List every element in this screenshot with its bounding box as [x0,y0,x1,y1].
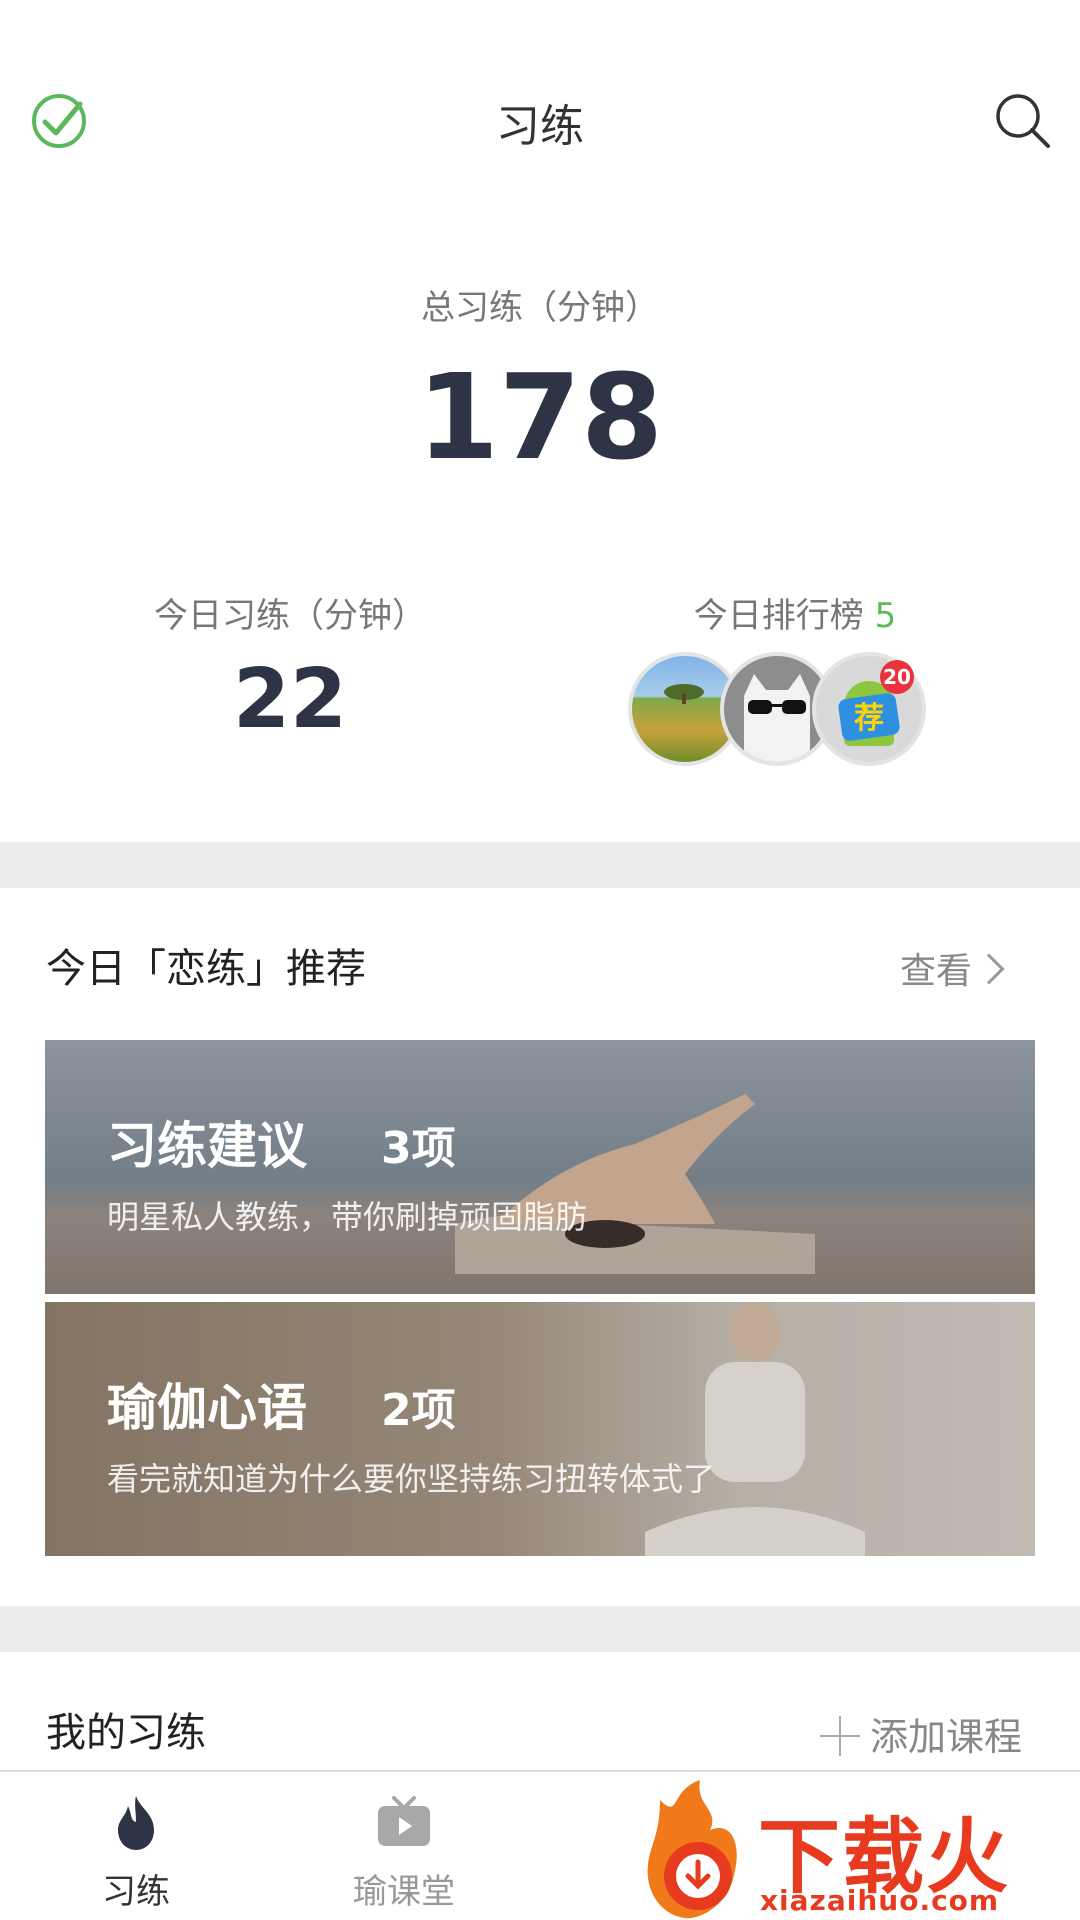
tv-icon [378,1796,430,1846]
card-title: 习练建议 [107,1117,307,1175]
plus-icon [820,1716,860,1756]
tab-yoga-class[interactable]: 瑜课堂 [324,1772,484,1920]
tab-label: 瑜课堂 [353,1872,455,1912]
today-ranking-count: 5 [874,596,897,636]
view-more-button[interactable]: 查看 [900,942,1005,994]
svg-text:荐: 荐 [854,701,884,736]
today-practice-label: 今日习练（分钟） [154,596,426,636]
add-course-label: 添加课程 [870,1715,1023,1759]
watermark-url: xiazaihuo.com [760,1884,1000,1917]
watermark-logo: 下载火 xiazaihuo.com [640,1780,1080,1920]
flame-icon [118,1796,154,1850]
today-practice-value: 22 [232,652,348,747]
add-course-button[interactable]: 添加课程 [820,1706,1022,1761]
top-bar: 习练 [0,0,1080,200]
today-ranking-label[interactable]: 今日排行榜 5 [620,588,970,637]
view-more-label: 查看 [900,951,973,992]
card-description: 明星私人教练，带你刷掉顽固脂肪 [107,1198,588,1236]
recommend-section-title: 今日「恋练」推荐 [46,946,366,992]
card-count: 3项 [381,1123,456,1174]
total-practice-value: 178 [416,348,664,486]
search-icon[interactable] [992,90,1052,150]
notification-badge: 20 [880,660,914,694]
fire-logo-icon [647,1780,737,1919]
section-divider [0,1606,1080,1652]
recommend-card-practice-advice[interactable]: 习练建议 3项 明星私人教练，带你刷掉顽固脂肪 [45,1040,1035,1294]
my-practice-title: 我的习练 [46,1710,206,1756]
card-description: 看完就知道为什么要你坚持练习扭转体式了 [107,1460,716,1498]
tab-practice[interactable]: 习练 [56,1772,216,1920]
page-title: 习练 [496,101,584,152]
tab-label: 习练 [102,1872,170,1912]
section-divider [0,842,1080,888]
today-ranking-text: 今日排行榜 [693,596,864,636]
chevron-right-icon [973,953,1005,985]
card-count: 2项 [381,1385,456,1436]
total-practice-label: 总习练（分钟） [421,288,659,328]
recommend-card-yoga-words[interactable]: 瑜伽心语 2项 看完就知道为什么要你坚持练习扭转体式了 [45,1302,1035,1556]
card-title: 瑜伽心语 [107,1379,307,1437]
